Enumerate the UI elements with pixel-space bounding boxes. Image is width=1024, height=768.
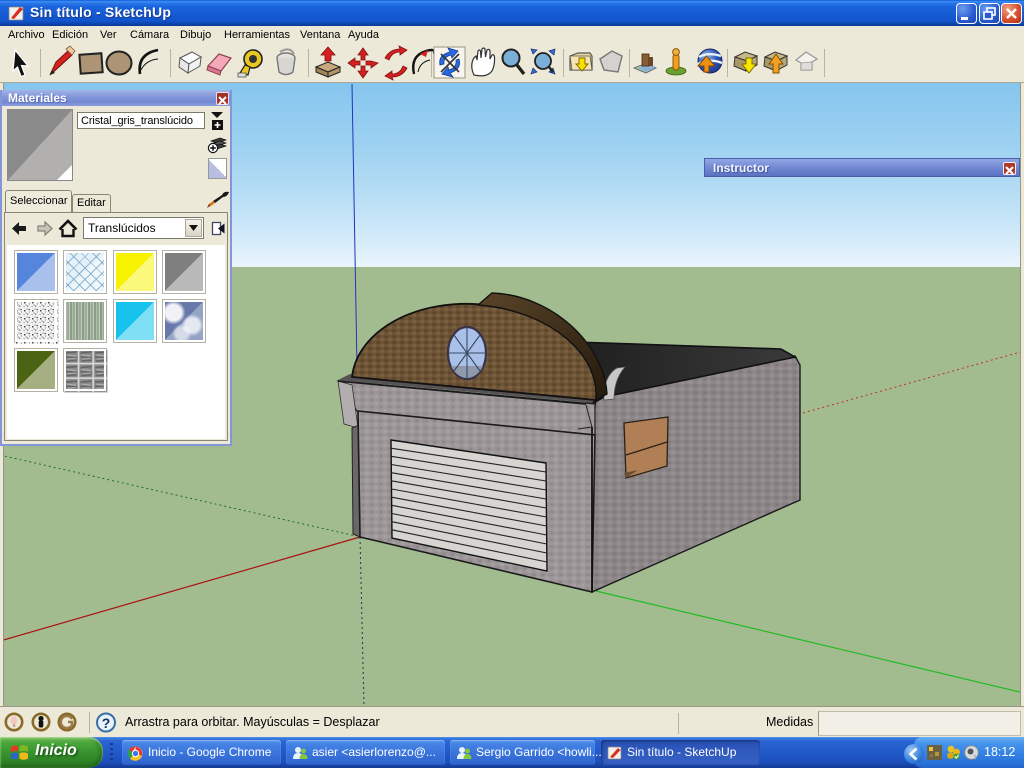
svg-text:?: ?: [102, 715, 111, 731]
